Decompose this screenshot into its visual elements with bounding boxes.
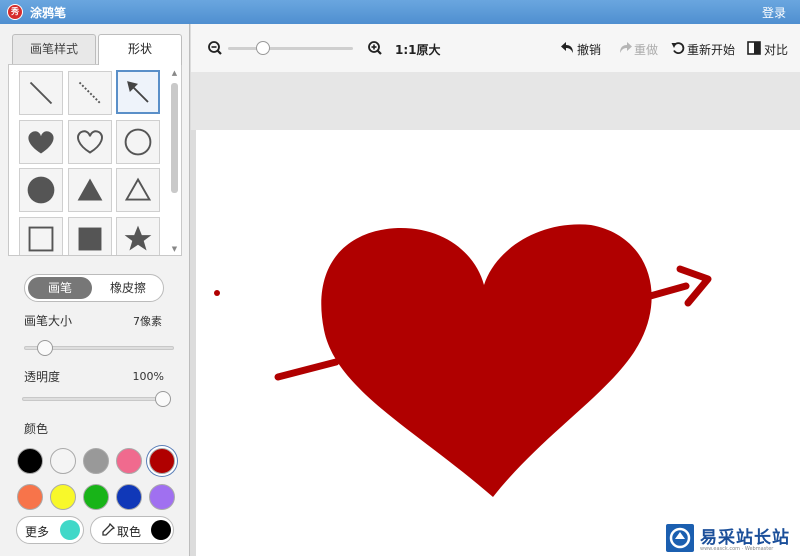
tool-panel: 画笔样式 形状 ▲ ▼ 画笔 橡皮擦 画笔大小 7像素 透明度 100% 颜色 … [0, 24, 190, 556]
more-colors-swatch [60, 520, 80, 540]
zoom-in-icon[interactable] [367, 40, 383, 56]
outline-square-icon [28, 226, 54, 252]
watermark-title: 易采站长站 [700, 528, 790, 548]
login-link[interactable]: 登录 [762, 4, 786, 21]
brush-mode-button[interactable]: 画笔 [28, 277, 92, 299]
drawing-canvas[interactable] [196, 130, 800, 556]
redo-button[interactable]: 重做 [634, 41, 658, 58]
shape-filled-square[interactable] [68, 217, 112, 255]
zoom-slider[interactable] [255, 41, 270, 55]
filled-heart-icon [28, 131, 54, 154]
opacity-label: 透明度 [24, 370, 61, 384]
actual-size-button[interactable]: 1:1原大 [395, 41, 441, 58]
opacity-slider[interactable] [155, 391, 171, 407]
filled-triangle-icon [77, 178, 103, 201]
watermark-logo-mark [669, 527, 691, 549]
arrow-tail-stroke [274, 358, 340, 381]
eyedropper-label: 取色 [117, 525, 142, 539]
tab-shapes[interactable]: 形状 [98, 34, 182, 65]
shape-picker: ▲ ▼ [8, 64, 182, 256]
shape-dashed-line[interactable] [68, 71, 112, 115]
redo-icon [620, 42, 632, 53]
brush-size-label: 画笔大小 [24, 314, 73, 328]
eyedropper-button[interactable]: 取色 [90, 516, 174, 544]
app-logo-icon: 秀 [7, 4, 23, 20]
top-toolbar: 1:1原大 撤销 重做 重新开始 对比 [191, 24, 800, 72]
watermark-logo-icon [666, 524, 694, 552]
dashed-line-icon [78, 81, 102, 105]
compare-icon[interactable] [747, 41, 761, 55]
shape-arrow[interactable] [116, 70, 160, 114]
undo-button[interactable]: 撤销 [577, 41, 601, 58]
tool-tabs: 画笔样式 形状 [12, 34, 184, 65]
title-bar: 秀 涂鸦笔 登录 [0, 0, 800, 24]
shape-filled-triangle[interactable] [68, 168, 112, 212]
color-swatch[interactable] [149, 448, 175, 474]
shape-outline-triangle[interactable] [116, 168, 160, 212]
color-swatch[interactable] [17, 484, 43, 510]
color-swatch[interactable] [83, 484, 109, 510]
shape-outline-heart[interactable] [68, 120, 112, 164]
shape-filled-circle[interactable] [19, 168, 63, 212]
undo-icon[interactable] [561, 41, 575, 55]
canvas-background [191, 72, 800, 130]
picked-color-swatch [151, 520, 171, 540]
shape-outline-square[interactable] [19, 217, 63, 255]
zoom-track[interactable] [228, 47, 353, 50]
mode-toggle: 画笔 橡皮擦 [24, 274, 164, 302]
restart-button[interactable]: 重新开始 [687, 41, 735, 58]
watermark-subtitle: www.easck.com · Webmaster [700, 546, 774, 552]
color-label: 颜色 [24, 422, 49, 436]
filled-star-icon [124, 225, 152, 251]
scroll-up-icon[interactable]: ▲ [170, 69, 179, 77]
shape-scrollbar[interactable]: ▲ ▼ [170, 69, 179, 253]
restart-icon[interactable] [671, 41, 685, 55]
brush-dot [214, 290, 220, 296]
shape-filled-star[interactable] [116, 217, 160, 255]
filled-circle-icon [27, 176, 55, 204]
shape-filled-heart[interactable] [19, 120, 63, 164]
outline-circle-icon [124, 128, 152, 156]
filled-square-icon [78, 227, 102, 251]
zoom-out-icon[interactable] [207, 40, 223, 56]
scroll-thumb[interactable] [171, 83, 178, 193]
more-colors-button[interactable]: 更多 [16, 516, 84, 544]
drawing-layer [214, 224, 712, 497]
color-swatch[interactable] [83, 448, 109, 474]
arrow-icon [127, 81, 149, 103]
brush-size-slider[interactable] [37, 340, 54, 356]
tab-brush-style[interactable]: 画笔样式 [12, 34, 96, 64]
line-icon [29, 81, 53, 105]
scroll-down-icon[interactable]: ▼ [170, 245, 179, 253]
brush-size-value: 7像素 [133, 315, 162, 328]
color-swatch[interactable] [17, 448, 43, 474]
outline-heart-icon [77, 130, 103, 154]
color-swatch[interactable] [50, 484, 76, 510]
color-swatch[interactable] [50, 448, 76, 474]
eyedropper-icon [102, 523, 115, 536]
compare-button[interactable]: 对比 [764, 41, 788, 58]
shape-line[interactable] [19, 71, 63, 115]
eraser-mode-button[interactable]: 橡皮擦 [95, 277, 161, 299]
heart-shape [321, 224, 652, 497]
color-swatch[interactable] [116, 484, 142, 510]
opacity-track[interactable] [22, 397, 170, 401]
shape-outline-circle[interactable] [116, 120, 160, 164]
more-colors-label: 更多 [25, 525, 50, 539]
color-swatch[interactable] [149, 484, 175, 510]
site-watermark: 易采站长站 www.easck.com · Webmaster [664, 522, 800, 556]
color-swatch[interactable] [116, 448, 142, 474]
outline-triangle-icon [124, 177, 152, 201]
opacity-value: 100% [132, 370, 164, 383]
app-title: 涂鸦笔 [30, 6, 67, 20]
